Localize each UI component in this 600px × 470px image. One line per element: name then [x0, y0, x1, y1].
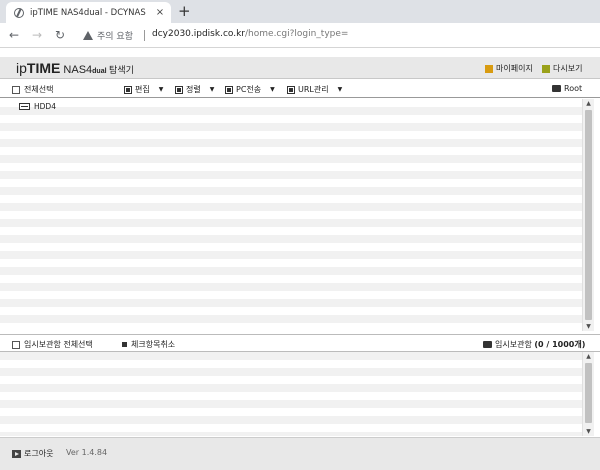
folder-icon [483, 341, 492, 348]
temp-storage-list [0, 352, 582, 436]
pc-transfer-icon [225, 85, 233, 94]
scroll-down-icon[interactable]: ▼ [583, 428, 594, 435]
root-button[interactable]: Root [552, 84, 582, 93]
close-tab-icon[interactable]: × [153, 7, 167, 18]
browser-tab-strip: ipTIME NAS4dual - DCYNAS × + [0, 0, 600, 23]
scroll-down-icon[interactable]: ▼ [583, 323, 594, 330]
select-all-label: 전체선택 [24, 85, 54, 94]
logo-time: TIME [26, 60, 61, 76]
logo-explorer: 탐색기 [106, 65, 134, 75]
sort-menu[interactable]: 정렬 ▼ [175, 84, 214, 95]
edit-dropdown-icon: ▼ [158, 86, 164, 93]
sort-label: 정렬 [186, 85, 201, 94]
browser-nav-bar: ← → ↻ 주의 요함 dcy2030.ipdisk.co.kr/home.cg… [0, 23, 600, 48]
mypage-label: 마이페이지 [496, 64, 533, 73]
edit-menu[interactable]: 편집 ▼ [124, 84, 163, 95]
sort-dropdown-icon: ▼ [209, 86, 215, 93]
app-header: ipTIME NAS4dual 탐색기 마이페이지 다시보기 [0, 57, 600, 79]
app-footer: 로그아웃 Ver 1.4.84 [0, 437, 600, 470]
logout-label: 로그아웃 [24, 449, 54, 458]
iptime-logo: ipTIME NAS4dual 탐색기 [16, 60, 134, 80]
list-item[interactable]: HDD4 [19, 102, 56, 111]
hard-drive-icon [19, 103, 30, 110]
pc-transfer-menu[interactable]: PC전송 ▼ [225, 84, 275, 95]
uncheck-items-button[interactable]: 체크항목취소 [122, 339, 175, 350]
new-tab-icon[interactable]: + [178, 3, 191, 19]
refresh-view-button[interactable]: 다시보기 [542, 63, 582, 74]
edit-icon [124, 85, 132, 94]
folder-icon [552, 85, 561, 92]
root-label: Root [564, 84, 583, 93]
pc-transfer-label: PC전송 [236, 85, 262, 94]
uncheck-items-label: 체크항목취소 [131, 340, 176, 349]
security-warning-text[interactable]: 주의 요함 [97, 29, 133, 42]
temp-storage-count: (0 / 1000개) [534, 340, 586, 349]
warning-icon[interactable] [83, 31, 93, 40]
file-list-scrollbar[interactable]: ▲ ▼ [582, 99, 594, 331]
address-divider [144, 30, 145, 41]
temp-storage-bar: 임시보관함 전체선택 체크항목취소 임시보관함 (0 / 1000개) [0, 334, 600, 352]
pc-transfer-dropdown-icon: ▼ [270, 86, 275, 93]
sort-icon [175, 85, 183, 94]
forward-arrow-icon[interactable]: → [32, 27, 42, 43]
scroll-up-icon[interactable]: ▲ [583, 100, 594, 107]
url-manage-icon [287, 85, 295, 94]
address-bar[interactable]: dcy2030.ipdisk.co.kr/home.cgi?login_type… [152, 29, 348, 39]
temp-storage-button[interactable]: 임시보관함 (0 / 1000개) [483, 339, 585, 350]
url-path: /home.cgi?login_type= [245, 29, 349, 39]
refresh-view-icon [542, 64, 550, 73]
logo-dual: dual [92, 68, 107, 75]
back-arrow-icon[interactable]: ← [9, 27, 19, 43]
checkbox-icon [12, 340, 20, 349]
url-manage-dropdown-icon: ▼ [337, 86, 343, 93]
mypage-icon [485, 64, 493, 73]
file-name: HDD4 [34, 102, 56, 111]
temp-select-all-checkbox[interactable]: 임시보관함 전체선택 [12, 339, 93, 350]
reload-icon[interactable]: ↻ [55, 27, 65, 43]
edit-label: 편집 [135, 85, 150, 94]
mypage-button[interactable]: 마이페이지 [485, 63, 533, 74]
uncheck-icon [122, 342, 127, 347]
browser-tab[interactable]: ipTIME NAS4dual - DCYNAS × [6, 2, 171, 23]
logout-button[interactable]: 로그아웃 [12, 448, 53, 459]
scrollbar-thumb[interactable] [585, 110, 592, 320]
file-toolbar: 전체선택 편집 ▼ 정렬 ▼ PC전송 ▼ URL관리 ▼ Root [0, 80, 600, 98]
url-manage-label: URL관리 [298, 85, 329, 94]
checkbox-icon [12, 85, 20, 94]
url-host: dcy2030.ipdisk.co.kr [152, 29, 246, 39]
temp-storage-label: 임시보관함 [495, 340, 532, 349]
version-text: Ver 1.4.84 [66, 448, 108, 457]
tab-title: ipTIME NAS4dual - DCYNAS [30, 7, 146, 18]
scrollbar-thumb[interactable] [585, 363, 592, 423]
globe-icon [14, 7, 24, 18]
logo-ip: ip [16, 60, 27, 76]
temp-list-scrollbar[interactable]: ▲ ▼ [582, 352, 594, 436]
scroll-up-icon[interactable]: ▲ [583, 353, 594, 360]
temp-select-all-label: 임시보관함 전체선택 [24, 340, 93, 349]
logo-model: NAS4 [60, 64, 93, 76]
logout-icon [12, 449, 21, 458]
select-all-checkbox[interactable]: 전체선택 [12, 84, 53, 95]
url-manage-menu[interactable]: URL관리 ▼ [287, 84, 342, 95]
refresh-view-label: 다시보기 [553, 64, 583, 73]
file-list: HDD4 [0, 99, 582, 331]
